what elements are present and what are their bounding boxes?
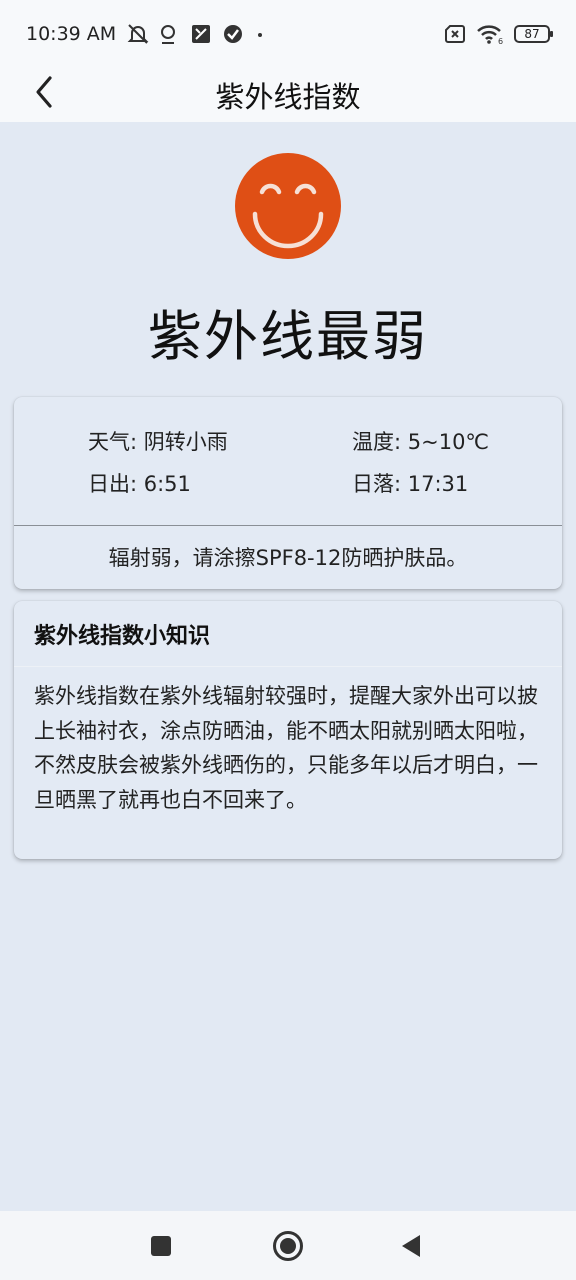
sunset-text: 日落: 17:31	[352, 472, 469, 496]
uv-level-title: 紫外线最弱	[148, 305, 428, 368]
back-nav-button[interactable]	[396, 1231, 426, 1261]
temperature-text: 温度: 5~10℃	[352, 430, 490, 454]
mute-icon	[126, 23, 149, 45]
square-icon	[151, 1236, 171, 1256]
tips-body: 紫外线指数在紫外线辐射较强时，提醒大家外出可以披上长袖衬衣，涂点防晒油，能不晒太…	[34, 684, 538, 812]
weather-text: 天气: 阴转小雨	[88, 430, 228, 454]
back-button[interactable]	[24, 72, 64, 112]
sunrise-text: 日出: 6:51	[88, 472, 191, 496]
tips-title: 紫外线指数小知识	[14, 601, 562, 667]
wifi-icon: 6	[476, 23, 504, 46]
dot-icon	[254, 23, 266, 45]
app-icon	[190, 23, 212, 45]
uv-tips-card: 紫外线指数小知识 紫外线指数在紫外线辐射较强时，提醒大家外出可以披上长袖衬衣，涂…	[14, 601, 562, 859]
status-bar: 10:39 AM 6 87	[0, 0, 576, 68]
status-left: 10:39 AM	[26, 23, 266, 45]
battery-icon: 87	[514, 25, 553, 43]
page-title: 紫外线指数	[215, 80, 361, 114]
system-nav-bar	[0, 1211, 576, 1280]
recents-button[interactable]	[146, 1231, 176, 1261]
smiley-face-icon	[234, 152, 342, 260]
app-bar: 紫外线指数	[0, 68, 576, 122]
svg-text:6: 6	[498, 37, 503, 45]
location-icon	[158, 23, 180, 45]
weather-info-grid: 天气: 阴转小雨 温度: 5~10℃ 日出: 6:51 日落: 17:31	[14, 397, 562, 525]
uv-hero: 紫外线最弱	[0, 122, 576, 392]
home-circle-icon	[273, 1231, 303, 1261]
battery-level: 87	[524, 27, 540, 41]
uv-advice: 辐射弱，请涂擦SPF8-12防晒护肤品。	[108, 546, 468, 570]
sim-error-icon	[444, 23, 466, 45]
back-triangle-icon	[402, 1235, 420, 1257]
home-button[interactable]	[270, 1228, 306, 1264]
status-right: 6 87	[444, 23, 553, 46]
status-time: 10:39 AM	[26, 23, 117, 45]
check-circle-icon	[222, 23, 244, 45]
chevron-left-icon	[36, 76, 52, 108]
weather-card: 天气: 阴转小雨 温度: 5~10℃ 日出: 6:51 日落: 17:31 辐射…	[14, 397, 562, 589]
